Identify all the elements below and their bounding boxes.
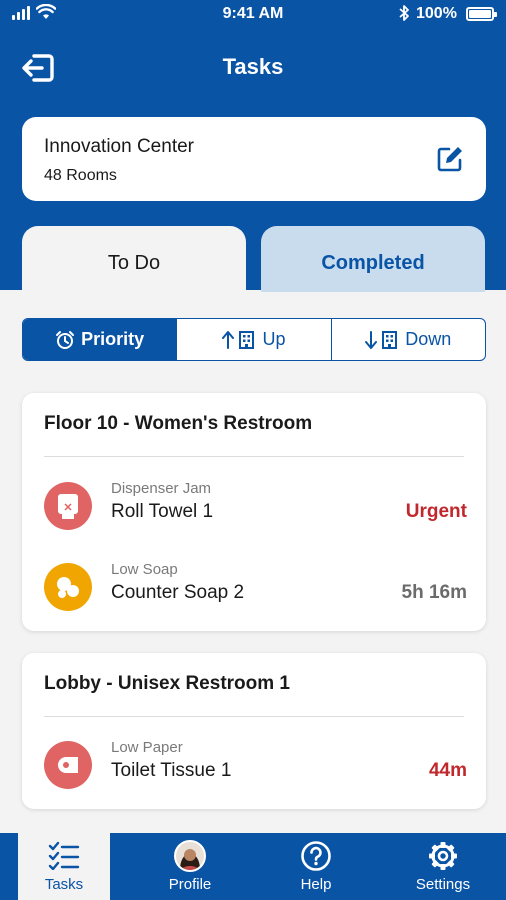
header-background: 9:41 AM 100% Tasks Innovation Center 48 … <box>0 0 506 292</box>
sort-up-button[interactable]: Up <box>176 319 330 360</box>
nav-settings[interactable]: Settings <box>397 833 489 900</box>
checklist-icon <box>18 840 110 870</box>
battery-percent: 100% <box>416 5 457 22</box>
building-card[interactable]: Innovation Center 48 Rooms <box>22 117 486 201</box>
task-name: Counter Soap 2 <box>111 582 245 603</box>
bluetooth-icon <box>399 5 409 21</box>
gear-icon <box>397 840 489 872</box>
arrow-down-building-icon <box>365 330 399 350</box>
nav-tasks[interactable]: Tasks <box>18 833 110 900</box>
help-icon <box>270 840 362 872</box>
battery-icon <box>466 7 497 21</box>
tab-completed[interactable]: Completed <box>261 226 485 292</box>
bottom-nav: Tasks Profile Help Settings <box>0 833 506 900</box>
divider <box>44 456 464 457</box>
task-row[interactable]: Dispenser Jam Roll Towel 1 Urgent <box>22 476 486 536</box>
nav-settings-label: Settings <box>415 876 471 893</box>
sort-control: Priority Up Down <box>22 318 486 361</box>
task-issue: Low Soap <box>111 561 178 578</box>
task-group-card: Floor 10 - Women's Restroom Dispenser Ja… <box>22 393 486 631</box>
sort-down-label: Down <box>405 329 452 349</box>
edit-building-button[interactable] <box>434 143 466 175</box>
arrow-up-building-icon <box>222 330 256 350</box>
task-due: 44m <box>428 760 467 781</box>
divider <box>44 716 464 717</box>
sort-priority-button[interactable]: Priority <box>23 319 177 360</box>
group-title: Floor 10 - Women's Restroom <box>44 413 313 434</box>
sort-down-button[interactable]: Down <box>330 319 485 360</box>
roll-towel-icon <box>44 482 92 530</box>
sort-priority-label: Priority <box>81 329 145 349</box>
status-bar: 9:41 AM 100% <box>0 0 506 30</box>
avatar <box>174 840 206 872</box>
task-due: 5h 16m <box>401 582 467 603</box>
soap-icon <box>44 563 92 611</box>
task-issue: Low Paper <box>111 739 183 756</box>
task-group-card: Lobby - Unisex Restroom 1 Low Paper Toil… <box>22 653 486 809</box>
task-issue: Dispenser Jam <box>111 480 212 497</box>
group-title: Lobby - Unisex Restroom 1 <box>44 673 290 694</box>
task-due: Urgent <box>405 501 467 522</box>
task-name: Roll Towel 1 <box>111 501 214 522</box>
page-title: Tasks <box>222 54 284 79</box>
building-room-count: 48 Rooms <box>44 167 117 184</box>
task-name: Toilet Tissue 1 <box>111 760 232 781</box>
nav-tasks-label: Tasks <box>44 876 84 893</box>
tab-to-do[interactable]: To Do <box>22 226 246 292</box>
nav-help[interactable]: Help <box>270 833 362 900</box>
task-row[interactable]: Low Soap Counter Soap 2 5h 16m <box>22 557 486 617</box>
building-name: Innovation Center <box>44 136 194 157</box>
task-row[interactable]: Low Paper Toilet Tissue 1 44m <box>22 735 486 795</box>
toilet-tissue-icon <box>44 741 92 789</box>
nav-profile-label: Profile <box>168 876 212 893</box>
alarm-clock-icon <box>55 330 75 350</box>
nav-profile[interactable]: Profile <box>144 833 236 900</box>
nav-help-label: Help <box>300 876 332 893</box>
sort-up-label: Up <box>262 329 286 349</box>
